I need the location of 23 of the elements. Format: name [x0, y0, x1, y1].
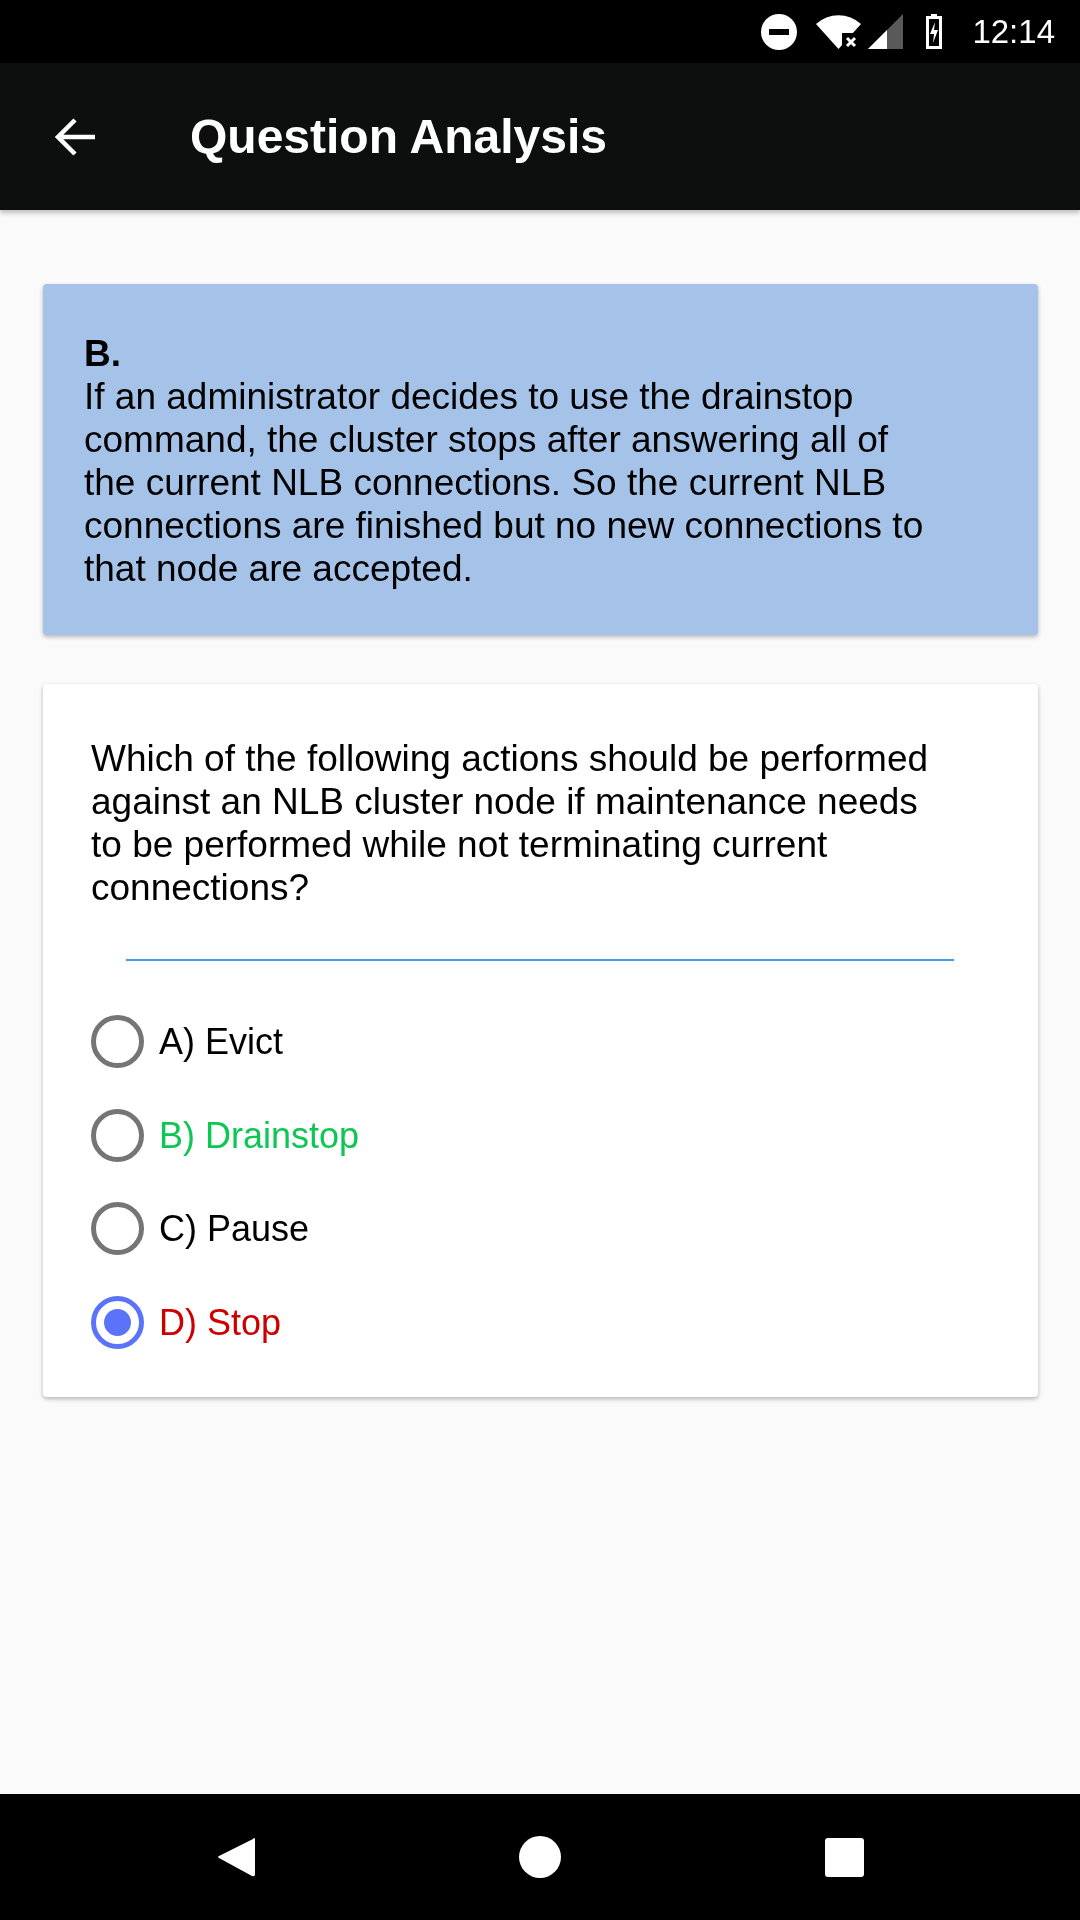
home-circle-icon	[519, 1836, 561, 1878]
back-triangle-icon	[217, 1836, 255, 1878]
screen-title: Question Analysis	[190, 112, 607, 161]
signal-icon	[868, 14, 904, 49]
option-label[interactable]: D) Stop	[159, 1300, 282, 1344]
radio-button[interactable]	[91, 1295, 144, 1349]
radio-button[interactable]	[91, 1015, 144, 1069]
recents-square-icon	[824, 1837, 864, 1877]
option-label[interactable]: C) Pause	[159, 1207, 310, 1251]
radio-button[interactable]	[91, 1108, 144, 1162]
status-time: 12:14	[972, 15, 1055, 48]
home-nav-button[interactable]	[519, 1836, 561, 1878]
back-arrow-icon	[55, 115, 97, 158]
battery-charging-icon	[926, 14, 943, 49]
option-label[interactable]: A) Evict	[159, 1020, 283, 1064]
back-nav-button[interactable]	[217, 1836, 255, 1878]
wifi-icon	[816, 14, 862, 49]
do-not-disturb-icon	[761, 13, 798, 50]
question-text: Which of the following actions should be performed against an NLB cluster node if maintenance needs to be performed while not terminating current connections?	[91, 737, 930, 909]
recents-nav-button[interactable]	[824, 1837, 864, 1877]
explanation-text: If an administrator decides to use the drainstop command, the cluster stops after answering all of the current NLB connections. So the current NLB connections are finished but no new connections to that node are accepted.	[84, 375, 925, 590]
answer-letter: B.	[84, 332, 121, 375]
radio-button[interactable]	[91, 1202, 144, 1256]
